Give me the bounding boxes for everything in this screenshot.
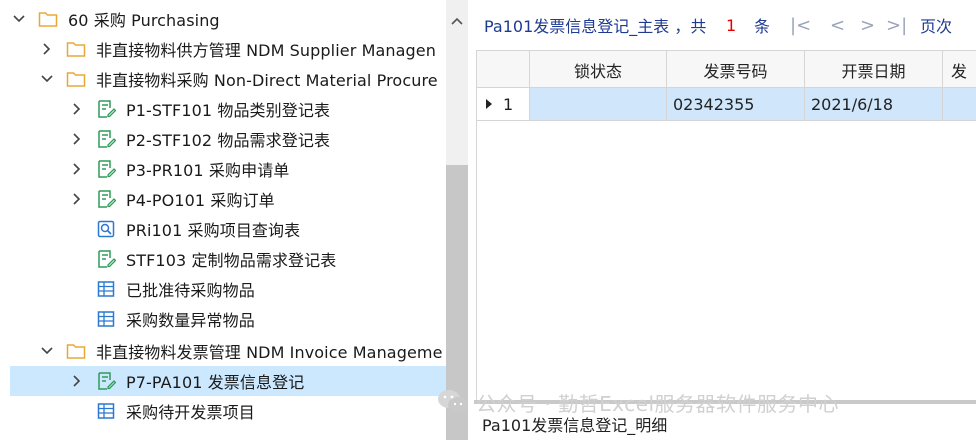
chevron-right-icon[interactable] (70, 162, 84, 176)
folder-icon (38, 9, 58, 29)
chevron-down-icon[interactable] (40, 344, 54, 358)
record-unit: 条 (754, 17, 771, 36)
watermark-text: 公众号 · 勤哲Excel服务器软件服务中心 (476, 391, 840, 416)
tree-item-label: 60 采购 Purchasing (68, 11, 220, 30)
master-grid: 锁状态 发票号码 开票日期 发 1 02342355 2021/6/18 (476, 50, 976, 400)
form-icon (96, 371, 117, 391)
tree-item-purchasing[interactable]: 60 采购 Purchasing (0, 4, 446, 34)
form-icon (96, 249, 117, 269)
column-header[interactable]: 锁状态 (530, 51, 667, 88)
invoice-date-cell[interactable]: 2021/6/18 (805, 88, 943, 120)
tree-item-ndm-procurement[interactable]: 非直接物料采购 Non-Direct Material Procure (0, 64, 446, 94)
tree-item-label: 采购数量异常物品 (126, 311, 255, 330)
column-header[interactable]: 发票号码 (667, 51, 805, 88)
tree-item-label: 非直接物料发票管理 NDM Invoice Manageme (96, 343, 443, 362)
table-icon (96, 279, 116, 299)
tree-item-p7-pa101[interactable]: P7-PA101 发票信息登记 (10, 366, 446, 396)
folder-icon (66, 341, 86, 361)
tree-item-label: PRi101 采购项目查询表 (126, 221, 301, 240)
pager-bar: Pa101发票信息登记_主表 ，共 1 条 |< < > >| 页次 (468, 0, 976, 50)
tree-item-label: P1-STF101 物品类别登记表 (126, 101, 331, 120)
tree-item-label: 非直接物料采购 Non-Direct Material Procure (96, 71, 438, 90)
chevron-right-icon[interactable] (70, 132, 84, 146)
chevron-up-icon[interactable] (451, 10, 463, 29)
tree-item-label: P4-PO101 采购订单 (126, 191, 275, 210)
grid-header: 锁状态 发票号码 开票日期 发 (477, 50, 976, 88)
chevron-down-icon[interactable] (40, 72, 54, 86)
tree-item-label: 非直接物料供方管理 NDM Supplier Managen (96, 41, 436, 60)
row-indicator-header (477, 51, 530, 88)
table-icon (96, 401, 116, 421)
query-icon (96, 219, 116, 239)
folder-icon (66, 69, 86, 89)
navigation-tree: 60 采购 Purchasing 非直接物料供方管理 NDM Supplier … (0, 0, 446, 440)
column-header[interactable]: 发 (943, 51, 976, 88)
form-icon (96, 129, 117, 149)
form-icon (96, 99, 117, 119)
last-page-button[interactable]: >| (886, 15, 907, 36)
column-header[interactable]: 开票日期 (805, 51, 943, 88)
table-row[interactable]: 1 02342355 2021/6/18 (477, 88, 976, 121)
tree-item-label: 采购待开发票项目 (126, 403, 255, 422)
tree-item-approved-pending[interactable]: 已批准待采购物品 (0, 274, 446, 304)
chevron-right-icon[interactable] (70, 374, 84, 388)
tree-item-ndm-supplier[interactable]: 非直接物料供方管理 NDM Supplier Managen (0, 34, 446, 64)
chevron-right-icon[interactable] (70, 192, 84, 206)
chevron-down-icon[interactable] (12, 12, 26, 26)
table-cell[interactable] (943, 88, 976, 120)
chevron-right-icon[interactable] (40, 42, 54, 56)
first-page-button[interactable]: |< (790, 15, 811, 36)
tree-item-p3-pr101[interactable]: P3-PR101 采购申请单 (0, 154, 446, 184)
form-icon (96, 189, 117, 209)
wechat-icon (438, 390, 468, 413)
tree-item-label: 已批准待采购物品 (126, 281, 255, 300)
tree-item-pri101[interactable]: PRi101 采购项目查询表 (0, 214, 446, 244)
tree-item-stf103[interactable]: STF103 定制物品需求登记表 (0, 244, 446, 274)
tree-item-pending-invoice[interactable]: 采购待开发票项目 (0, 396, 446, 426)
tree-item-abnormal-qty[interactable]: 采购数量异常物品 (0, 304, 446, 334)
main-panel: Pa101发票信息登记_主表 ，共 1 条 |< < > >| 页次 锁状态 发… (468, 0, 976, 440)
tree-item-label: STF103 定制物品需求登记表 (126, 251, 337, 270)
folder-icon (66, 39, 86, 59)
table-icon (96, 309, 116, 329)
form-icon (96, 159, 117, 179)
tree-scrollbar[interactable] (446, 0, 468, 440)
tree-item-ndm-invoice[interactable]: 非直接物料发票管理 NDM Invoice Manageme (0, 336, 446, 366)
record-count: 1 (726, 15, 737, 35)
chevron-right-icon[interactable] (70, 102, 84, 116)
tree-item-p1-stf101[interactable]: P1-STF101 物品类别登记表 (0, 94, 446, 124)
lock-status-cell[interactable] (530, 88, 667, 120)
row-number: 1 (503, 94, 514, 114)
prev-page-button[interactable]: < (830, 15, 845, 36)
row-pointer-icon (486, 99, 492, 109)
invoice-number-cell[interactable]: 02342355 (667, 88, 805, 120)
tree-item-label: P3-PR101 采购申请单 (126, 161, 290, 180)
table-title: Pa101发票信息登记_主表 ，共 (484, 17, 707, 36)
row-indicator[interactable]: 1 (477, 88, 530, 120)
tree-item-p4-po101[interactable]: P4-PO101 采购订单 (0, 184, 446, 214)
watermark: 公众号 · 勤哲Excel服务器软件服务中心 (436, 384, 839, 420)
tree-item-label: P2-STF102 物品需求登记表 (126, 131, 331, 150)
page-number-button[interactable]: 页次 (920, 13, 952, 37)
tree-item-label: P7-PA101 发票信息登记 (126, 373, 305, 392)
next-page-button[interactable]: > (860, 15, 875, 36)
tree-item-p2-stf102[interactable]: P2-STF102 物品需求登记表 (0, 124, 446, 154)
